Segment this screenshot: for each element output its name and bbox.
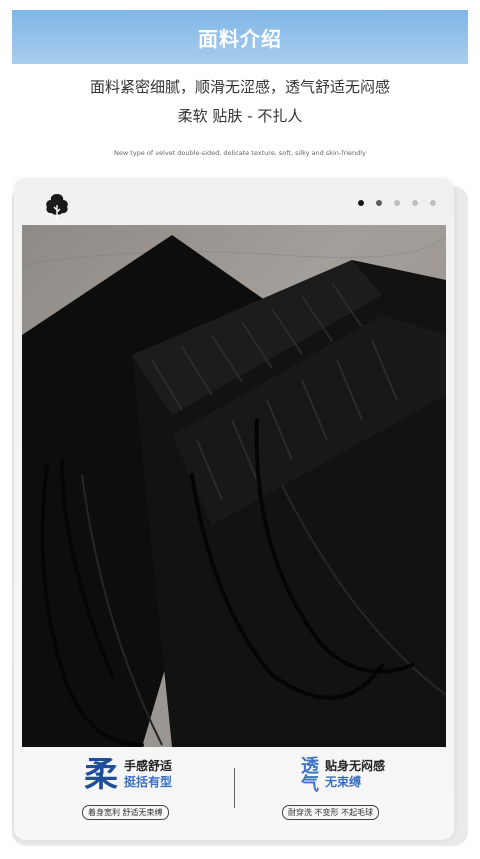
feature-big-char: 柔	[84, 755, 118, 795]
section-title: 面料介绍	[198, 26, 282, 51]
feature-breathable: 透 气 贴身无闷感 无束缚	[301, 758, 385, 794]
fabric-description-english: New type of velvet double-sided, delicat…	[114, 149, 366, 157]
feature-pill: 耐穿洗 不变形 不起毛球	[282, 805, 380, 820]
feature-line2: 无束缚	[325, 775, 362, 789]
fabric-description-line2: 柔软 贴肤 - 不扎人	[177, 107, 303, 125]
feature-line2: 挺括有型	[124, 775, 173, 789]
carousel-dot[interactable]	[376, 200, 382, 206]
feature-pill: 着身宽利 舒适无束缚	[82, 805, 169, 820]
product-card: 柔 手感舒适 挺括有型 着身宽利 舒适无束缚 透 气 贴身无闷感 无束缚 耐穿洗…	[14, 178, 454, 840]
pants-illustration	[22, 234, 446, 747]
carousel-dot[interactable]	[412, 200, 418, 206]
feature-big-char-bottom: 气	[301, 774, 319, 795]
feature-line1: 贴身无闷感	[325, 759, 386, 773]
fabric-description-line1: 面料紧密细腻，顺滑无涩感，透气舒适无闷感	[89, 78, 390, 96]
carousel-dot[interactable]	[394, 200, 400, 206]
carousel-dots	[358, 200, 436, 206]
feature-big-char: 透 气	[301, 758, 319, 794]
product-photo	[22, 225, 446, 747]
feature-divider	[234, 768, 235, 808]
carousel-dot[interactable]	[430, 200, 436, 206]
feature-soft: 柔 手感舒适 挺括有型	[84, 758, 172, 792]
feature-line1: 手感舒适	[124, 759, 173, 773]
section-header: 面料介绍	[12, 10, 468, 64]
carousel-dot[interactable]	[358, 200, 364, 206]
tree-cloud-icon	[46, 194, 68, 219]
